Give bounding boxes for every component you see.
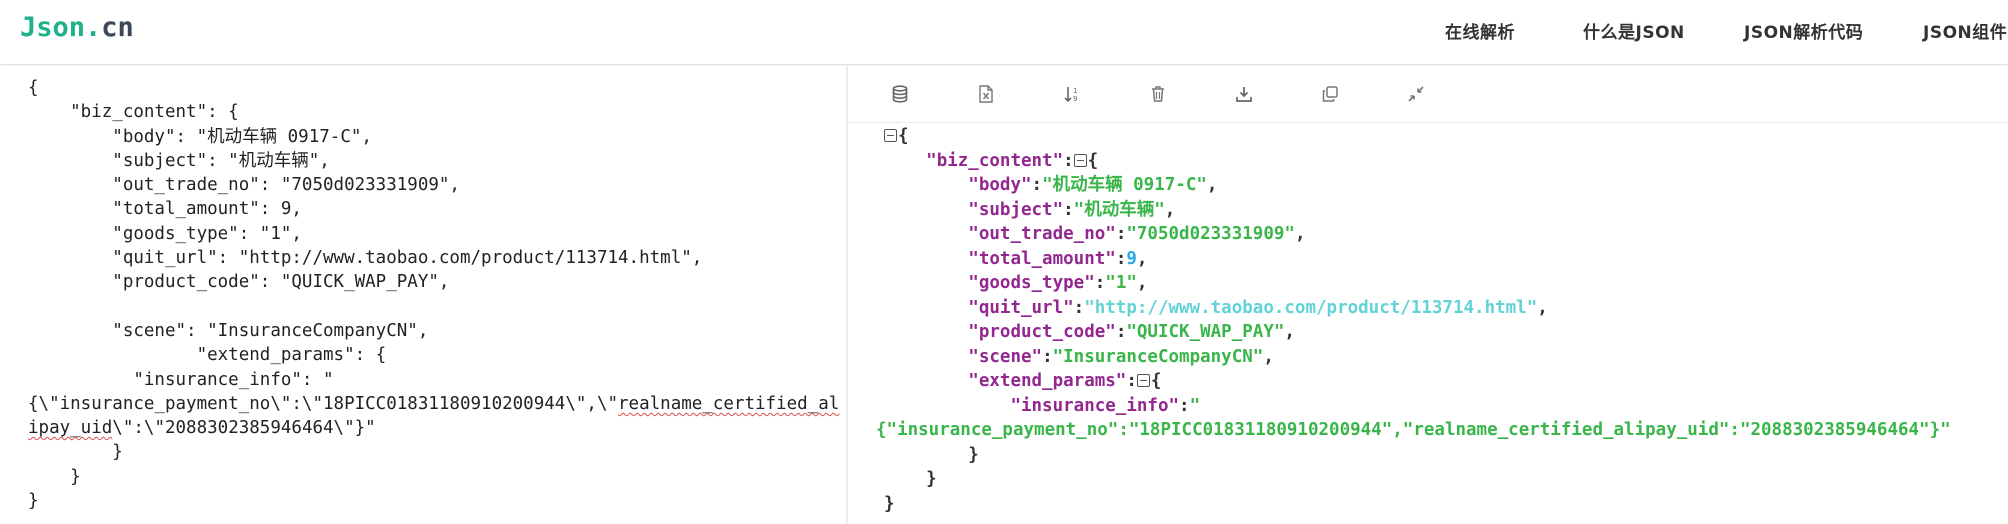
raw-line-rest: \":\"2088302385946464\"}" (112, 418, 376, 439)
raw-line: "goods_type": "1", (28, 223, 302, 244)
raw-line: "out_trade_no": "7050d023331909", (28, 175, 460, 196)
json-key: "goods_type" (968, 273, 1095, 293)
raw-line: "subject": "机动车辆", (28, 150, 330, 171)
raw-line: "total_amount": 9, (28, 199, 302, 220)
raw-line: "extend_params": { (28, 345, 387, 366)
raw-line: "scene": "InsuranceCompanyCN", (28, 320, 429, 341)
json-value: "InsuranceCompanyCN" (1052, 346, 1264, 367)
sort-icon[interactable]: 19 (1060, 82, 1084, 106)
site-logo[interactable]: Json.cn (20, 12, 134, 43)
json-key: "insurance_info" (1010, 395, 1180, 416)
raw-line: { (28, 78, 39, 98)
raw-line: "insurance_info": " (28, 369, 334, 390)
logo-text-dot: . (85, 12, 102, 43)
collapse-toggle-icon[interactable] (884, 129, 897, 142)
json-key: "biz_content" (926, 150, 1064, 171)
json-value: "7050d023331909" (1126, 224, 1295, 244)
json-key: "total_amount" (968, 248, 1116, 269)
json-key: "scene" (968, 346, 1043, 367)
trash-icon[interactable] (1146, 82, 1170, 106)
viewer-toolbar: 19 (848, 66, 2008, 123)
json-value: {"insurance_payment_no":"18PICC018311809… (876, 420, 1951, 440)
nav-online-parse[interactable]: 在线解析 (1445, 18, 1515, 43)
nav-json-components[interactable]: JSON组件 (1923, 18, 2007, 43)
raw-line: } (28, 442, 123, 463)
raw-line: "product_code": "QUICK_WAP_PAY", (28, 272, 450, 293)
raw-line: } (28, 466, 81, 487)
formatted-json-viewer: 19 { "biz_content":{ "body":"机动车辆 0917-C… (848, 66, 2008, 524)
json-url-link[interactable]: "http://www.taobao.com/product/113714.ht… (1084, 298, 1537, 318)
json-key: "body" (968, 175, 1032, 195)
raw-line: "body": "机动车辆 0917-C", (28, 126, 372, 147)
json-key: "quit_url" (968, 297, 1074, 318)
json-value: 9 (1126, 248, 1137, 269)
svg-text:9: 9 (1073, 95, 1077, 103)
json-value: "机动车辆" (1073, 199, 1165, 220)
raw-line: } (28, 491, 39, 512)
logo-text-cn: cn (101, 12, 134, 43)
nav-json-parse-code[interactable]: JSON解析代码 (1744, 18, 1863, 43)
json-value: "QUICK_WAP_PAY" (1126, 322, 1285, 342)
top-header: Json.cn 在线解析 什么是JSON JSON解析代码 JSON组件 (0, 0, 2008, 65)
json-key: "subject" (968, 199, 1064, 220)
spellcheck-word: ipay_uid (28, 418, 113, 439)
database-icon[interactable] (888, 82, 912, 106)
raw-json-editor[interactable]: { "biz_content": { "body": "机动车辆 0917-C"… (0, 66, 846, 524)
copy-icon[interactable] (1318, 82, 1342, 106)
json-key: "extend_params" (968, 371, 1127, 391)
logo-text-json: Json (20, 12, 86, 43)
raw-json-text[interactable]: { "biz_content": { "body": "机动车辆 0917-C"… (28, 76, 839, 513)
collapse-toggle-icon[interactable] (1073, 153, 1087, 167)
excel-icon[interactable] (974, 82, 998, 106)
json-key: "out_trade_no" (968, 224, 1116, 244)
json-tree: { "biz_content":{ "body":"机动车辆 0917-C", … (876, 126, 1951, 514)
json-value: "机动车辆 0917-C" (1042, 175, 1207, 195)
nav-what-is-json[interactable]: 什么是JSON (1583, 18, 1685, 43)
svg-text:1: 1 (1073, 87, 1077, 95)
spellcheck-word: realname_certified_al (618, 393, 840, 414)
raw-line: "quit_url": "http://www.taobao.com/produ… (28, 248, 703, 269)
collapse-toggle-icon[interactable] (1136, 374, 1150, 387)
raw-line: "biz_content": { (28, 102, 239, 123)
json-value: " (1189, 395, 1201, 416)
compress-icon[interactable] (1404, 82, 1428, 106)
json-value: "1" (1105, 273, 1137, 293)
json-key: "product_code" (968, 322, 1116, 342)
download-icon[interactable] (1232, 82, 1256, 106)
raw-line: {\"insurance_payment_no\":\"18PICC018311… (28, 393, 619, 414)
